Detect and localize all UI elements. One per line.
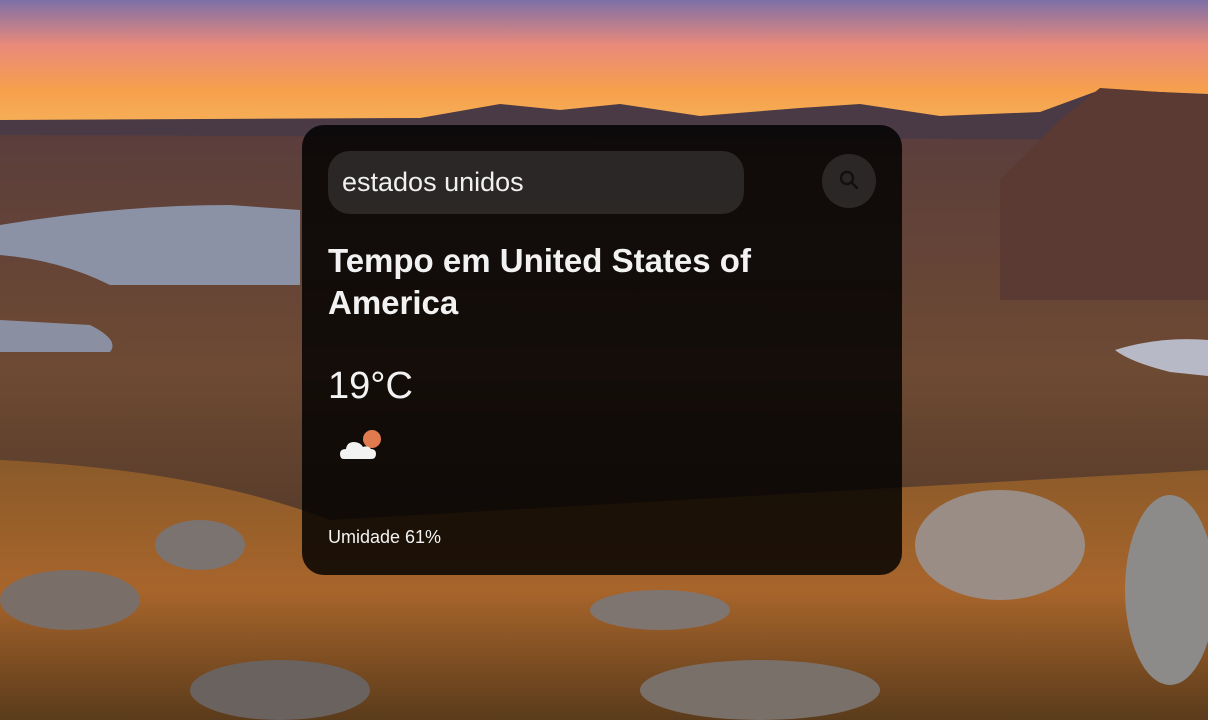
humidity-text: Umidade 61% [328,527,442,547]
temperature: 19°C [328,365,413,407]
search-bar [328,151,878,214]
search-button[interactable] [822,154,876,208]
city-title: Tempo em United States of America [328,242,751,321]
search-icon [838,169,860,194]
weather-card: Tempo em United States of America 19°C U… [302,125,902,575]
partly-cloudy-icon [338,429,386,465]
search-input[interactable] [328,151,744,214]
